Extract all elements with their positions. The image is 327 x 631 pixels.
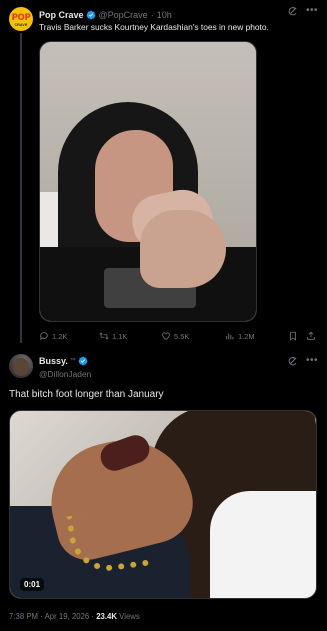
views-label: Views bbox=[119, 612, 140, 621]
tweet-text: That bitch foot longer than January bbox=[9, 389, 164, 400]
bookmark-icon bbox=[290, 331, 296, 341]
avatar-face bbox=[13, 358, 29, 376]
reply-button[interactable]: 1.2K bbox=[39, 330, 67, 342]
separator-dot: · bbox=[91, 612, 95, 621]
separator-dot: · bbox=[40, 612, 43, 621]
views-count: 23.4K bbox=[96, 612, 117, 621]
user-handle[interactable]: @PopCrave bbox=[99, 10, 148, 20]
views-count: 1.2M bbox=[238, 331, 255, 341]
repost-icon bbox=[99, 332, 109, 340]
thread-line bbox=[20, 33, 22, 343]
views-button[interactable]: 1.2M bbox=[225, 330, 255, 342]
tweet-date[interactable]: Apr 19, 2026 bbox=[45, 612, 90, 621]
video-duration-badge: 0:01 bbox=[20, 578, 45, 591]
popcrave-avatar[interactable]: POP CRAVE bbox=[9, 7, 33, 31]
main-tweet[interactable]: Bussy. ™ @DillonJaden ••• That bitch foo… bbox=[0, 348, 327, 631]
name-suffix: ™ bbox=[69, 358, 76, 364]
reply-icon bbox=[40, 332, 48, 341]
grok-icon[interactable] bbox=[287, 6, 298, 17]
like-button[interactable]: 5.5K bbox=[161, 330, 189, 342]
avatar-logo-text: POP bbox=[11, 12, 31, 23]
video-pillow bbox=[210, 491, 316, 598]
tweet-video[interactable]: 0:01 bbox=[9, 410, 317, 599]
display-name[interactable]: Pop Crave bbox=[39, 10, 84, 20]
quoted-tweet[interactable]: POP CRAVE Pop Crave @PopCrave · 10h ••• … bbox=[0, 0, 327, 343]
bookmark-button[interactable] bbox=[288, 330, 298, 342]
tweet-actions: 1.2K 1.1K 5.5K 1.2M bbox=[39, 330, 319, 342]
tweet-photo[interactable] bbox=[39, 41, 257, 322]
reply-count: 1.2K bbox=[52, 331, 68, 341]
user-handle[interactable]: @DillonJaden bbox=[39, 369, 91, 379]
views-icon bbox=[226, 333, 234, 340]
separator-dot: · bbox=[150, 9, 154, 20]
more-icon[interactable]: ••• bbox=[306, 355, 318, 366]
like-icon bbox=[162, 332, 170, 340]
repost-button[interactable]: 1.1K bbox=[99, 330, 127, 342]
repost-count: 1.1K bbox=[112, 331, 128, 341]
like-count: 5.5K bbox=[174, 331, 190, 341]
avatar-logo-subtext: CRAVE bbox=[14, 23, 28, 27]
share-icon bbox=[307, 331, 315, 340]
share-button[interactable] bbox=[306, 330, 316, 342]
tweet-header: Bussy. ™ bbox=[39, 355, 88, 367]
grok-icon[interactable] bbox=[287, 356, 298, 367]
verified-badge-icon bbox=[86, 10, 95, 19]
tweet-metadata: 7:38 PM · Apr 19, 2026 · 23.4K Views bbox=[9, 612, 140, 621]
photo-hand bbox=[140, 210, 226, 288]
tweet-time[interactable]: 10h bbox=[157, 10, 172, 20]
display-name[interactable]: Bussy. bbox=[39, 356, 68, 366]
tweet-header: Pop Crave @PopCrave · 10h bbox=[39, 8, 172, 21]
verified-badge-icon bbox=[78, 356, 88, 366]
tweet-time[interactable]: 7:38 PM bbox=[9, 612, 38, 621]
more-icon[interactable]: ••• bbox=[306, 5, 318, 16]
user-avatar[interactable] bbox=[9, 354, 33, 378]
tweet-text: Travis Barker sucks Kourtney Kardashian'… bbox=[39, 22, 269, 32]
